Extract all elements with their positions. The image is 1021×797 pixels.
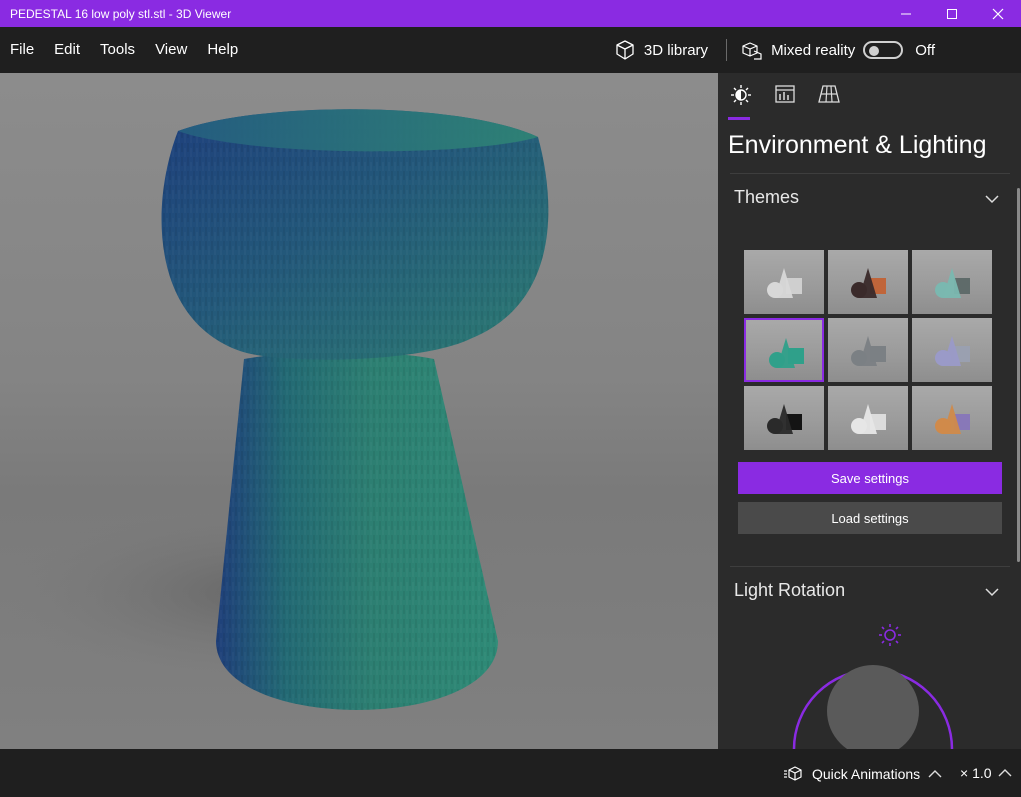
theme-preview-shapes [851, 404, 886, 434]
menu-help[interactable]: Help [197, 27, 248, 73]
toggle-knob [869, 46, 880, 56]
menu-edit[interactable]: Edit [44, 27, 90, 73]
theme-thumbnail[interactable] [744, 386, 824, 450]
theme-preview-shapes [769, 338, 804, 368]
quick-animations-label: Quick Animations [812, 766, 921, 782]
minimize-button[interactable] [883, 0, 929, 27]
menu-file[interactable]: File [0, 27, 44, 73]
pedestal-stem-texture [216, 351, 498, 710]
theme-grid [744, 250, 994, 452]
maximize-button[interactable] [929, 0, 975, 27]
theme-preview-shapes [935, 268, 970, 298]
theme-preview-shapes [935, 404, 970, 434]
theme-preview-shapes [935, 336, 970, 366]
3d-library-label: 3D library [643, 41, 709, 59]
chevron-up-icon [998, 769, 1012, 777]
window-title: PEDESTAL 16 low poly stl.stl - 3D Viewer [10, 6, 232, 21]
animation-cube-icon [784, 766, 802, 781]
light-rotation-dial[interactable] [788, 623, 958, 749]
theme-thumbnail[interactable] [744, 250, 824, 314]
panel-scrollbar[interactable] [1017, 188, 1020, 562]
grid-icon [818, 85, 840, 103]
speed-label: × 1.0 [960, 765, 992, 781]
theme-thumbnail[interactable] [912, 386, 992, 450]
menu-bar: File Edit Tools View Help 3D library Mix… [0, 27, 1021, 73]
divider [730, 566, 1010, 567]
theme-thumbnail[interactable] [912, 250, 992, 314]
mixed-reality-toggle[interactable] [863, 41, 904, 59]
mixed-reality-icon [742, 42, 762, 60]
mixed-reality-state: Off [915, 41, 935, 59]
theme-preview-shapes [767, 404, 802, 434]
theme-thumbnail[interactable] [828, 386, 908, 450]
chevron-up-icon [928, 770, 942, 778]
light-rotation-header[interactable]: Light Rotation [734, 580, 845, 601]
save-settings-button[interactable]: Save settings [738, 462, 1002, 494]
theme-thumbnail[interactable] [828, 318, 908, 382]
load-settings-button[interactable]: Load settings [738, 502, 1002, 534]
toolbar-divider [726, 39, 728, 61]
cube-icon [616, 40, 634, 60]
chevron-down-icon[interactable] [984, 191, 1000, 207]
stats-icon [775, 85, 795, 103]
3d-viewport[interactable] [0, 73, 718, 749]
quick-animations-button[interactable]: Quick Animations [784, 765, 942, 783]
menu-view[interactable]: View [145, 27, 197, 73]
tab-stats-shading[interactable] [772, 83, 798, 111]
theme-preview-shapes [851, 336, 886, 366]
tab-grid-views[interactable] [816, 83, 842, 111]
theme-thumbnail[interactable] [828, 250, 908, 314]
maximize-icon [947, 8, 957, 19]
theme-preview-shapes [767, 268, 802, 298]
themes-header[interactable]: Themes [734, 187, 799, 208]
theme-thumbnail[interactable] [912, 318, 992, 382]
theme-thumbnail[interactable] [744, 318, 824, 382]
mixed-reality-control: Mixed reality Off [733, 27, 1021, 73]
sun-moon-icon [731, 85, 751, 105]
model-render [0, 109, 549, 710]
mixed-reality-label: Mixed reality [771, 41, 856, 59]
close-icon [992, 8, 1004, 19]
tab-environment-lighting[interactable] [728, 83, 754, 120]
sun-handle-icon[interactable] [879, 624, 901, 646]
minimize-icon [901, 13, 911, 14]
speed-selector[interactable]: × 1.0 [960, 765, 1012, 781]
panel-title: Environment & Lighting [728, 131, 987, 159]
chevron-down-icon[interactable] [984, 584, 1000, 600]
divider [730, 173, 1010, 174]
title-bar: PEDESTAL 16 low poly stl.stl - 3D Viewer [0, 0, 1021, 27]
close-button[interactable] [975, 0, 1021, 27]
side-panel: Environment & Lighting Themes Save setti… [718, 73, 1021, 749]
panel-tabs [718, 73, 1021, 120]
theme-preview-shapes [851, 268, 886, 298]
3d-library-button[interactable]: 3D library [602, 27, 720, 73]
status-bar: Quick Animations × 1.0 [0, 749, 1021, 797]
menu-tools[interactable]: Tools [90, 27, 145, 73]
